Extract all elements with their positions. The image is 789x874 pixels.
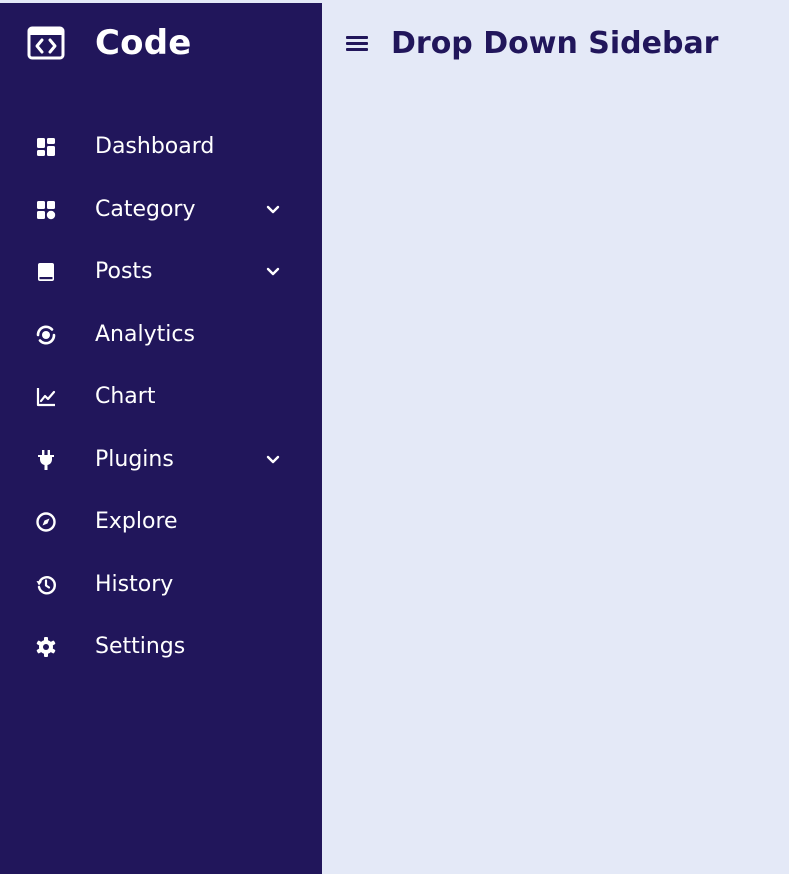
book-icon [33,259,59,285]
chevron-down-icon[interactable] [263,262,283,282]
line-chart-icon [33,384,59,410]
sidebar-item-dashboard[interactable]: Dashboard [0,116,322,179]
main-content: Drop Down Sidebar [322,3,789,874]
sidebar-item-label: Category [95,196,196,222]
compass-icon [33,509,59,535]
brand-name: Code [95,23,192,63]
sidebar: Code Dashboard Category Posts Analytics … [0,3,322,874]
topbar: Drop Down Sidebar [344,23,718,63]
sidebar-item-label: Plugins [95,446,174,472]
chevron-down-icon[interactable] [263,200,283,220]
sidebar-item-label: Chart [95,384,156,410]
history-icon [33,572,59,598]
category-grid-icon [33,197,59,223]
sidebar-item-label: History [95,571,174,597]
sidebar-item-plugins[interactable]: Plugins [0,429,322,492]
sidebar-nav: Dashboard Category Posts Analytics Chart… [0,116,322,679]
plug-icon [33,447,59,473]
analytics-icon [33,322,59,348]
sidebar-item-settings[interactable]: Settings [0,616,322,679]
chevron-down-icon[interactable] [263,450,283,470]
code-window-icon [27,26,65,60]
sidebar-item-category[interactable]: Category [0,179,322,242]
sidebar-item-label: Explore [95,509,178,535]
sidebar-item-label: Posts [95,259,153,285]
sidebar-item-chart[interactable]: Chart [0,366,322,429]
hamburger-menu-icon[interactable] [344,30,370,56]
brand-logo[interactable]: Code [27,23,192,63]
sidebar-item-explore[interactable]: Explore [0,491,322,554]
dashboard-grid-icon [33,134,59,160]
sidebar-item-analytics[interactable]: Analytics [0,304,322,367]
gear-icon [33,634,59,660]
app-root: Code Dashboard Category Posts Analytics … [0,0,789,874]
sidebar-item-label: Dashboard [95,134,215,160]
sidebar-item-history[interactable]: History [0,554,322,617]
page-title: Drop Down Sidebar [391,25,719,61]
sidebar-item-posts[interactable]: Posts [0,241,322,304]
sidebar-item-label: Analytics [95,321,195,347]
sidebar-item-label: Settings [95,634,186,660]
